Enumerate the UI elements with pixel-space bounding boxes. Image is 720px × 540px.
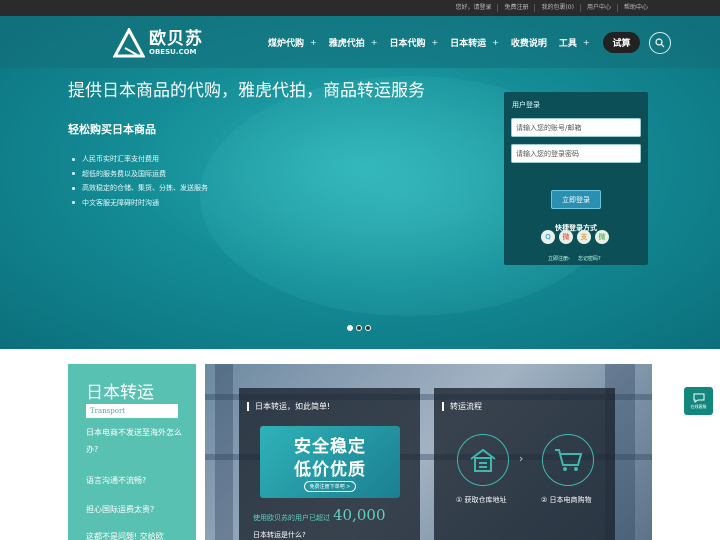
nav-item-label: 煤炉代购 [268,38,305,49]
feature-text: 超低的服务费以及国际运费 [82,169,166,178]
login-link[interactable]: 您好，请登录 [449,4,497,12]
sidebar-item[interactable]: 语言沟通不流畅? [86,472,190,489]
user-count-stat: 使用欧贝苏的用户已超过 40,000 [253,506,386,524]
register-link[interactable]: 免费注册 [497,4,534,12]
nav-item-tools[interactable]: 工具 + [559,36,590,49]
forwarding-sidebar: 日本转运 Transport 日本电商不发送至海外怎么办? 语言沟通不流畅? 担… [68,364,196,540]
carousel-dots [347,325,374,331]
nav-menu: 煤炉代购 + 雅虎代拍 + 日本代购 + 日本转运 + 收费说明 工具 + [268,32,602,52]
feature-text: 高效稳定的仓储、集货、分拣、发送服务 [82,184,208,192]
intro-panel: 日本转运，如此简单! 安全稳定 低价优质 免费注册下单吧 > 使用欧贝苏的用户已… [239,388,420,540]
search-button[interactable] [649,32,671,54]
promo-banner[interactable]: 安全稳定 低价优质 免费注册下单吧 > [260,426,400,498]
calculate-button[interactable]: 试算 [603,32,640,53]
forgot-password-link[interactable]: 忘记密码? [578,255,601,262]
carousel-dot[interactable] [356,325,362,331]
bullet-icon [72,201,75,205]
logo-domain: OBESU.COM [149,47,197,56]
logo-name: 欧贝苏 [149,28,203,49]
my-packages-link[interactable]: 我的包裹(0) [534,4,580,12]
chat-icon [693,393,704,403]
logo-triangle-icon [113,28,145,58]
sidebar-subtitle: Transport [86,404,178,418]
hero-banner: 欧贝苏 OBESU.COM 煤炉代购 + 雅虎代拍 + 日本代购 + 日本转运 … [0,16,720,349]
expand-plus-icon: + [582,37,590,47]
nav-item-label: 雅虎代拍 [328,38,365,49]
nav-item-label: 日本代购 [389,38,426,49]
wechat-icon[interactable]: 微 [595,230,609,244]
register-now-link[interactable]: 立即注册› [548,255,570,262]
nav-item-mercari[interactable]: 煤炉代购 + [268,36,317,49]
expand-plus-icon: + [310,37,317,47]
hero-title: 提供日本商品的代购，雅虎代拍，商品转运服务 [68,81,425,101]
hero-subtitle: 轻松购买日本商品 [68,123,156,136]
promo-register-button[interactable]: 免费注册下单吧 > [304,481,356,492]
expand-plus-icon: + [492,37,499,47]
faq-question[interactable]: 日本转运是什么? [253,530,306,540]
warehouse-icon [470,448,496,472]
site-logo[interactable]: 欧贝苏 OBESU.COM [113,26,213,60]
login-button[interactable]: 立即登录 [551,190,601,209]
stat-number: 40,000 [333,506,386,524]
feature-text: 中文客服无障碍时时沟通 [82,198,159,207]
top-bar: 您好，请登录 免费注册 我的包裹(0) 用户中心 帮助中心 [0,0,720,16]
nav-item-label: 日本转运 [450,38,487,49]
nav-item-label: 收费说明 [510,38,547,49]
chevron-right-icon: › [519,452,524,465]
process-panel-title: 转运流程 [442,402,482,411]
sidebar-title: 日本转运 [86,383,154,403]
list-item: 高效稳定的仓储、集货、分拣、发送服务 [72,181,208,196]
password-input[interactable]: 请输入您的登录密码 [511,144,641,163]
top-links: 您好，请登录 免费注册 我的包裹(0) 用户中心 帮助中心 [449,0,654,16]
step-warehouse [457,434,509,486]
login-title: 用户登录 [512,101,540,109]
promo-line: 安全稳定 [294,437,366,457]
sidebar-item[interactable]: 日本电商不发送至海外怎么办? [86,424,190,458]
service-label: 在线客服 [690,403,707,409]
promo-line: 低价优质 [294,460,366,480]
step-shopping [542,434,594,486]
login-links: 立即注册› 忘记密码? [548,255,609,262]
expand-plus-icon: + [370,37,378,47]
feature-list: 人民币实时汇率支付费用 超低的服务费以及国际运费 高效稳定的仓储、集货、分拣、发… [72,152,208,210]
nav-item-japan-purchase[interactable]: 日本代购 + [389,36,438,49]
online-service-button[interactable]: 在线客服 [684,387,713,415]
intro-panel-title: 日本转运，如此简单! [247,402,330,411]
login-panel: 用户登录 请输入您的账号/邮箱 请输入您的登录密码 立即登录 快捷登录方式 Q … [504,92,648,265]
bullet-icon [72,157,75,161]
nav-item-fees[interactable]: 收费说明 [511,36,547,49]
step-label: ① 获取仓库地址 [456,496,507,504]
carousel-dot[interactable] [347,325,353,331]
account-input[interactable]: 请输入您的账号/邮箱 [511,118,641,137]
shopping-cart-icon [555,449,583,471]
feature-text: 人民币实时汇率支付费用 [82,155,159,163]
expand-plus-icon: + [431,37,439,47]
weibo-icon[interactable]: 微 [559,230,573,244]
shelf-decoration [215,364,233,540]
stat-label: 使用欧贝苏的用户已超过 [253,514,330,522]
step-label: ② 日本电商购物 [541,496,592,504]
nav-item-label: 工具 [558,38,577,49]
list-item: 超低的服务费以及国际运费 [72,167,208,182]
sidebar-item[interactable]: 这都不是问题! 交给欧 [86,528,190,540]
logo-text: 欧贝苏 OBESU.COM [149,30,203,57]
nav-item-yahoo-auction[interactable]: 雅虎代拍 + [329,36,378,49]
help-center-link[interactable]: 帮助中心 [616,4,654,12]
user-center-link[interactable]: 用户中心 [579,4,617,12]
list-item: 人民币实时汇率支付费用 [72,152,208,167]
carousel-dot[interactable] [365,325,371,331]
bullet-icon [72,186,75,190]
sidebar-item[interactable]: 担心国际运费太贵? [86,501,190,518]
alipay-icon[interactable]: 支 [577,230,591,244]
process-panel: 转运流程 › ① 获取仓库地址 ② 日本电商购物 [434,388,615,540]
list-item: 中文客服无障碍时时沟通 [72,196,208,211]
bullet-icon [72,172,75,176]
main-nav: 欧贝苏 OBESU.COM 煤炉代购 + 雅虎代拍 + 日本代购 + 日本转运 … [0,16,720,68]
quick-login-icons: Q 微 支 微 [541,230,613,244]
nav-item-japan-forwarding[interactable]: 日本转运 + [450,36,499,49]
qq-icon[interactable]: Q [541,230,555,244]
search-icon [655,38,665,48]
